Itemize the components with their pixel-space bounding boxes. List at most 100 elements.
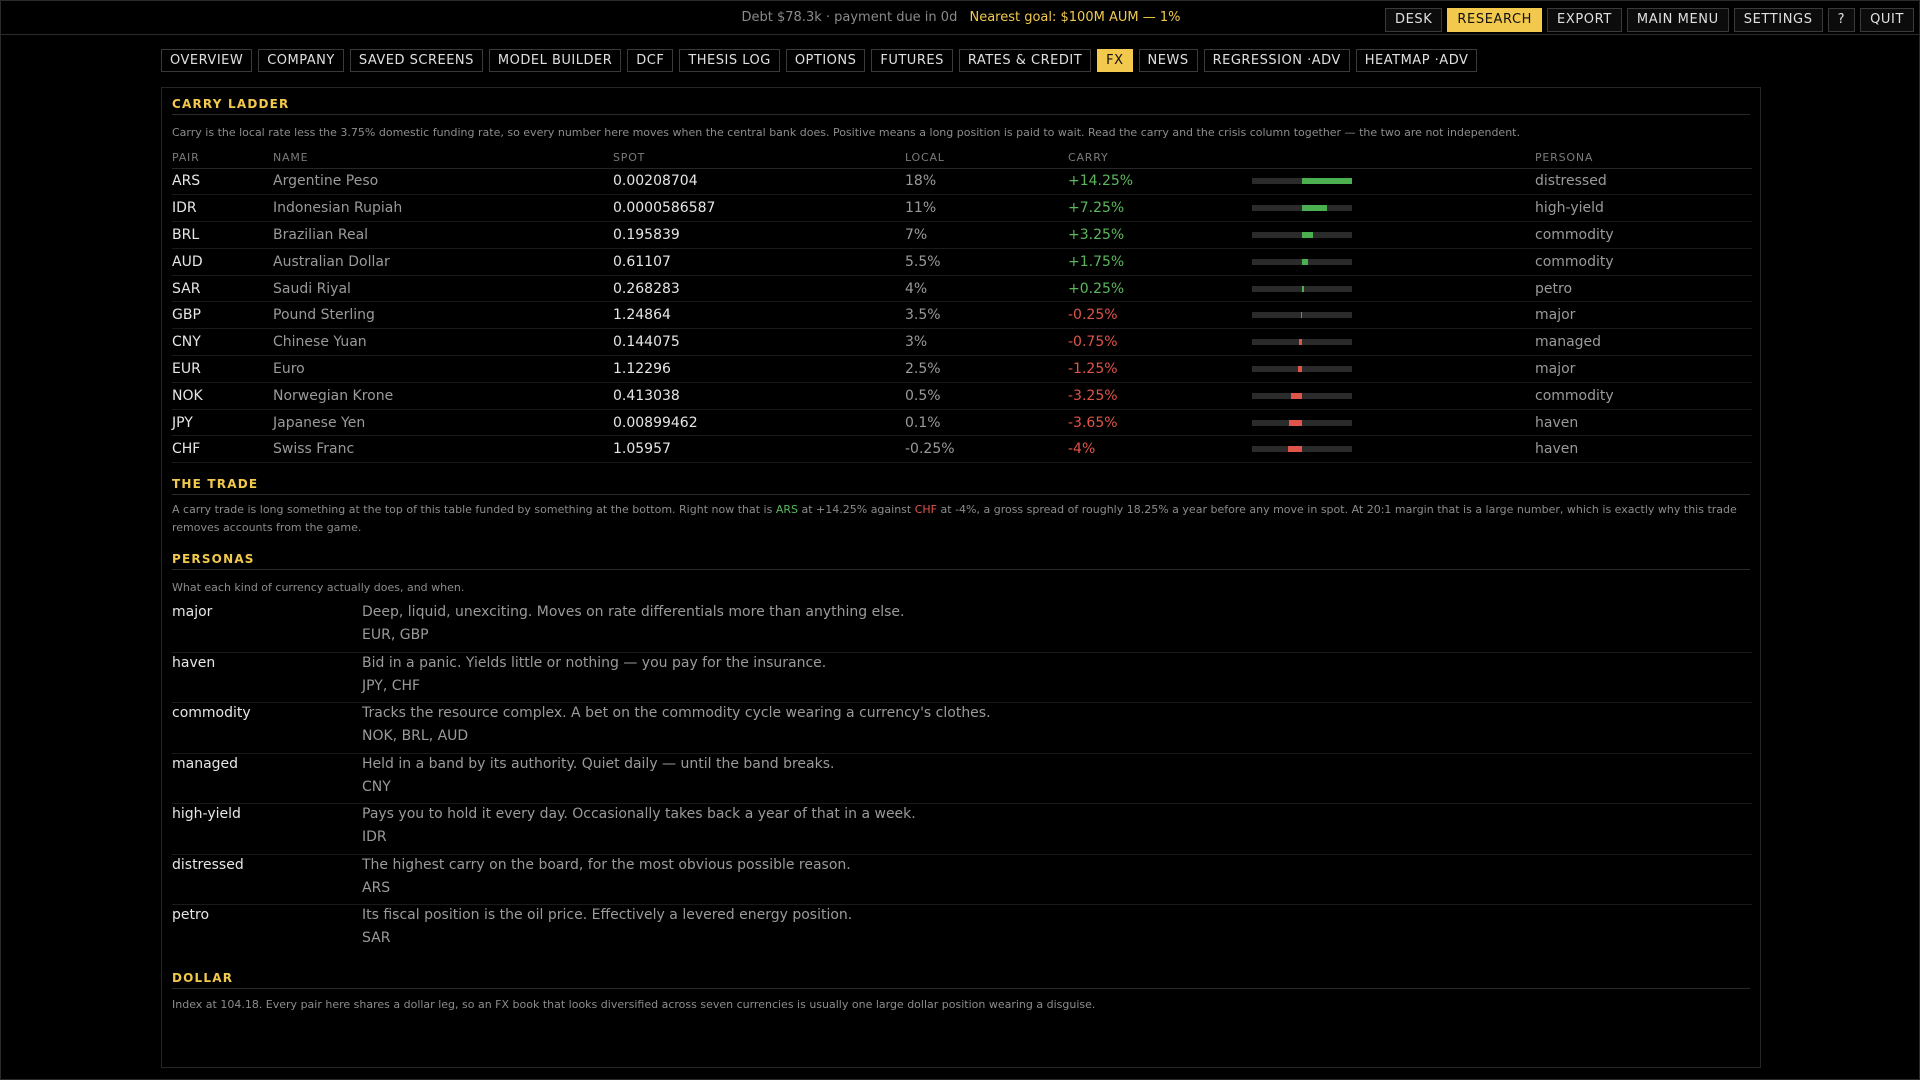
carry-bar-track xyxy=(1252,312,1352,319)
tab-heatmap-adv[interactable]: HEATMAP ·ADV xyxy=(1355,49,1478,72)
nav-button-help[interactable]: ? xyxy=(1827,8,1856,32)
tab-company[interactable]: COMPANY xyxy=(258,49,344,72)
tab-regression-adv[interactable]: REGRESSION ·ADV xyxy=(1203,49,1350,72)
tab-options[interactable]: OPTIONS xyxy=(785,49,866,72)
table-row[interactable]: IDR Indonesian Rupiah 0.0000586587 11% +7.25… xyxy=(172,194,1752,223)
tab-overview[interactable]: OVERVIEW xyxy=(161,49,253,72)
carry-value: +0.25% xyxy=(1068,275,1252,303)
persona-label: petro xyxy=(1535,275,1752,303)
currency-name: Brazilian Real xyxy=(273,221,613,249)
personas-list: major Deep, liquid, unexciting. Moves on … xyxy=(172,602,1752,956)
spot-rate: 0.268283 xyxy=(613,275,905,303)
nav-button-settings[interactable]: SETTINGS xyxy=(1733,8,1823,32)
pair-code: SAR xyxy=(172,275,273,303)
tab-rates-credit[interactable]: RATES & CREDIT xyxy=(958,49,1092,72)
local-rate: 3% xyxy=(905,328,1068,357)
table-row[interactable]: GBP Pound Sterling 1.24864 3.5% -0.25% major xyxy=(172,301,1752,330)
tab-futures[interactable]: FUTURES xyxy=(871,49,953,72)
currency-name: Japanese Yen xyxy=(273,409,613,437)
tab-fx[interactable]: FX xyxy=(1097,49,1133,72)
spot-rate: 1.12296 xyxy=(613,355,905,383)
carry-value: +14.25% xyxy=(1068,168,1252,196)
carry-ladder-table: PAIR NAME SPOT LOCAL CARRY PERSONA ARS Ar… xyxy=(172,148,1752,464)
local-rate: 7% xyxy=(905,221,1068,249)
carry-bar-track xyxy=(1252,231,1352,238)
carry-bar-fill xyxy=(1302,178,1352,185)
persona-body: Deep, liquid, unexciting. Moves on rate … xyxy=(362,601,1752,652)
carry-bar-cell xyxy=(1252,194,1535,223)
tab-model-builder[interactable]: MODEL BUILDER xyxy=(488,49,622,72)
spot-rate: 1.05957 xyxy=(613,435,905,464)
persona-currencies: EUR, GBP xyxy=(362,627,429,643)
persona-label: commodity xyxy=(1535,248,1752,276)
table-row[interactable]: ARS Argentine Peso 0.00208704 18% +14.25% dis… xyxy=(172,168,1752,196)
persona-item: commodity Tracks the resource complex. A … xyxy=(172,703,1752,754)
persona-name: high-yield xyxy=(172,806,241,822)
persona-description: Bid in a panic. Yields little or nothing… xyxy=(362,654,827,671)
fx-panel: CARRY LADDER Carry is the local rate les… xyxy=(161,87,1761,1068)
table-row[interactable]: NOK Norwegian Krone 0.413038 0.5% -3.25% comm… xyxy=(172,382,1752,410)
carry-bar-track xyxy=(1252,339,1352,346)
currency-name: Pound Sterling xyxy=(273,301,613,330)
carry-bar-cell xyxy=(1252,221,1535,249)
persona-currencies: IDR xyxy=(362,829,387,845)
table-row[interactable]: EUR Euro 1.12296 2.5% -1.25% major xyxy=(172,355,1752,383)
persona-currencies: ARS xyxy=(362,879,391,896)
currency-name: Chinese Yuan xyxy=(273,328,613,357)
carry-bar-fill xyxy=(1302,205,1328,212)
nav-button-research[interactable]: RESEARCH xyxy=(1447,8,1543,32)
carry-bar-fill xyxy=(1287,446,1302,453)
persona-item: distressed The highest carry on the board… xyxy=(172,854,1752,905)
tab-dcf[interactable]: DCF xyxy=(627,49,674,72)
table-row[interactable]: BRL Brazilian Real 0.195839 7% +3.25% commodi… xyxy=(172,221,1752,249)
column-header-carry-bar xyxy=(1252,148,1535,169)
carry-value: +1.75% xyxy=(1068,248,1252,276)
nav-button-desk[interactable]: DESK xyxy=(1384,8,1443,32)
local-rate: 0.1% xyxy=(905,409,1068,437)
nav-button-quit[interactable]: QUIT xyxy=(1860,8,1914,32)
local-rate: 3.5% xyxy=(905,301,1068,330)
spot-rate: 0.61107 xyxy=(613,248,905,276)
spot-rate: 0.413038 xyxy=(613,382,905,410)
persona-label: major xyxy=(1535,301,1752,330)
carry-bar-cell xyxy=(1252,248,1535,276)
carry-value: -4% xyxy=(1068,435,1252,464)
spot-rate: 0.00208704 xyxy=(613,168,905,196)
local-rate: 18% xyxy=(905,168,1068,196)
tab-thesis-log[interactable]: THESIS LOG xyxy=(679,49,780,72)
persona-body: The highest carry on the board, for the … xyxy=(362,854,1752,905)
carry-bar-fill xyxy=(1302,258,1309,265)
table-row[interactable]: CHF Swiss Franc 1.05957 -0.25% -4% haven xyxy=(172,435,1752,464)
carry-bar-fill xyxy=(1290,392,1302,399)
persona-description: Held in a band by its authority. Quiet d… xyxy=(362,755,835,772)
local-rate: -0.25% xyxy=(905,435,1068,464)
local-rate: 2.5% xyxy=(905,355,1068,383)
nav-button-main-menu[interactable]: MAIN MENU xyxy=(1626,8,1729,32)
persona-description: Pays you to hold it every day. Occasiona… xyxy=(362,806,916,822)
nav-button-export[interactable]: EXPORT xyxy=(1547,8,1622,32)
pair-code: CNY xyxy=(172,328,273,357)
carry-bar-track xyxy=(1252,446,1352,453)
carry-bar-fill xyxy=(1302,231,1314,238)
pair-code: JPY xyxy=(172,409,273,437)
table-row[interactable]: AUD Australian Dollar 0.61107 5.5% +1.75% com… xyxy=(172,248,1752,276)
persona-currencies: SAR xyxy=(362,930,391,946)
personas-title: PERSONAS xyxy=(172,552,1750,570)
tab-news[interactable]: NEWS xyxy=(1138,49,1198,72)
persona-body: Tracks the resource complex. A bet on th… xyxy=(362,702,1752,753)
table-row[interactable]: CNY Chinese Yuan 0.144075 3% -0.75% managed xyxy=(172,328,1752,357)
persona-currencies: NOK, BRL, AUD xyxy=(362,728,469,744)
pair-code: IDR xyxy=(172,194,273,223)
tab-saved-screens[interactable]: SAVED SCREENS xyxy=(349,49,483,72)
local-rate: 5.5% xyxy=(905,248,1068,276)
table-row[interactable]: JPY Japanese Yen 0.00899462 0.1% -3.65% haven xyxy=(172,409,1752,437)
carry-bar-fill xyxy=(1300,312,1302,319)
carry-bar-fill xyxy=(1289,419,1302,426)
dollar-title: DOLLAR xyxy=(172,971,1750,989)
persona-body: Held in a band by its authority. Quiet d… xyxy=(362,753,1752,804)
debt-status: Debt $78.3k · payment due in 0d xyxy=(741,10,958,25)
carry-ladder-body: ARS Argentine Peso 0.00208704 18% +14.25% dis… xyxy=(172,168,1752,464)
persona-description: Its fiscal position is the oil price. Ef… xyxy=(362,907,853,923)
table-row[interactable]: SAR Saudi Riyal 0.268283 4% +0.25% petro xyxy=(172,275,1752,303)
persona-label: distressed xyxy=(1535,168,1752,196)
